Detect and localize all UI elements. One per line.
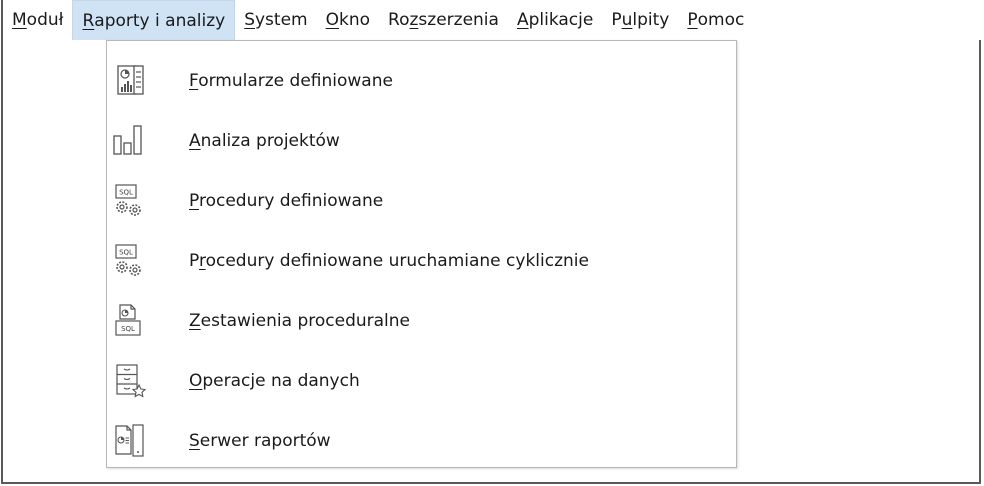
sql-gears-icon: SQL: [111, 183, 147, 219]
raporty-dropdown-menu: Formularze definiowane Analiza projektów…: [106, 40, 737, 468]
menu-system[interactable]: System: [235, 0, 316, 40]
menu-aplikacje[interactable]: Aplikacje: [508, 0, 602, 40]
menu-item-label: Zestawienia proceduralne: [189, 311, 411, 331]
menu-raporty-i-analizy[interactable]: Raporty i analizy: [72, 0, 236, 40]
menu-pomoc[interactable]: Pomoc: [678, 0, 753, 40]
menu-okno[interactable]: Okno: [317, 0, 379, 40]
menu-item-label: Formularze definiowane: [189, 71, 393, 91]
menu-item-zestawienia-proceduralne[interactable]: SQL Zestawienia proceduralne: [107, 291, 736, 351]
menu-pulpity[interactable]: Pu lpity: [602, 0, 678, 40]
menu-item-label: Procedury definiowane: [189, 191, 384, 211]
menu-item-label: Procedury definiowane uruchamiane cyklic…: [189, 251, 589, 271]
bar-chart-icon: [111, 123, 147, 159]
menu-item-operacje-na-danych[interactable]: Operacje na danych: [107, 351, 736, 411]
sql-gears-icon: SQL: [111, 243, 147, 279]
menu-item-label: Operacje na danych: [189, 371, 360, 391]
menu-item-label: Serwer raportów: [189, 431, 331, 451]
menu-modul[interactable]: Moduł: [3, 0, 72, 40]
sql-label: SQL: [119, 189, 133, 197]
menu-item-label: Analiza projektów: [189, 131, 340, 151]
menu-bar: Moduł Raporty i analizy System Okno Ro z s…: [3, 0, 981, 40]
form-chart-icon: [111, 63, 147, 99]
menu-item-analiza-projektow[interactable]: Analiza projektów: [107, 111, 736, 171]
sql-document-icon: SQL: [111, 303, 147, 339]
menu-item-procedury-definiowane[interactable]: SQL Procedury definiowane: [107, 171, 736, 231]
sql-label: SQL: [121, 325, 135, 333]
report-server-icon: [111, 423, 147, 459]
menu-item-formularze-definiowane[interactable]: Formularze definiowane: [107, 51, 736, 111]
menu-rozszerzenia[interactable]: Ro z szerzenia: [379, 0, 508, 40]
menu-item-procedury-cykliczne[interactable]: SQL Procedury definiowane uruchamiane cy…: [107, 231, 736, 291]
menu-item-serwer-raportow[interactable]: Serwer raportów: [107, 411, 736, 471]
sql-label: SQL: [119, 249, 133, 257]
cabinet-star-icon: [111, 363, 147, 399]
